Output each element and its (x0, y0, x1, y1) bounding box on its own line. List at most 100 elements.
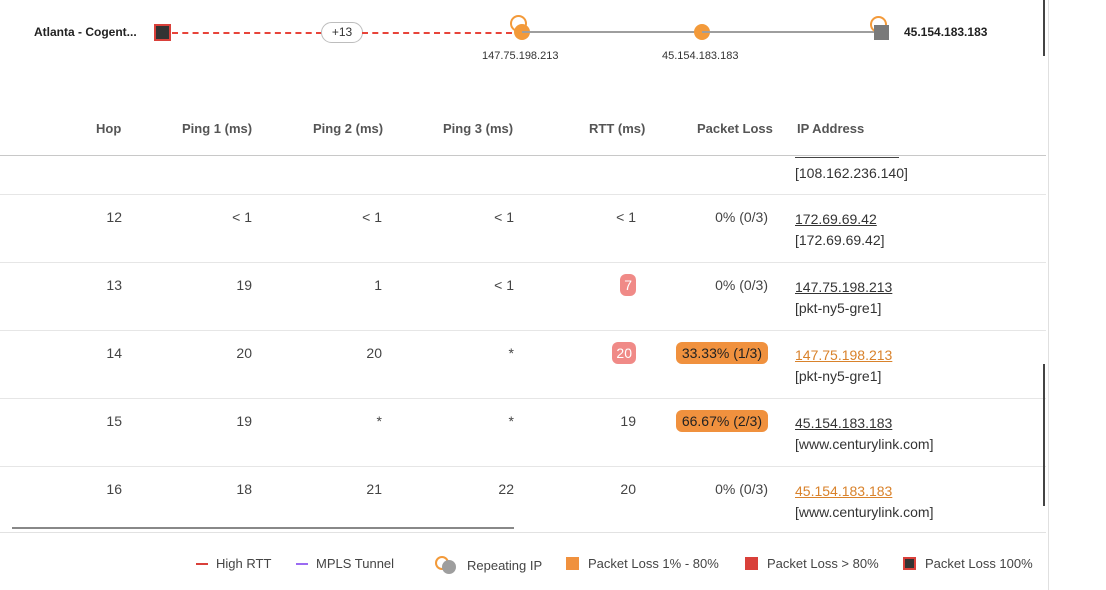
column-header-hop[interactable]: Hop (96, 121, 121, 136)
legend-loss-full: Packet Loss 100% (903, 556, 1033, 571)
rtt-cell: 20 (620, 481, 636, 497)
table-row: 14 20 20 * 20 33.33% (1/3) 147.75.198.21… (0, 331, 1046, 399)
packet-loss-cell: 33.33% (1/3) (666, 342, 768, 364)
ip-hostname: [172.69.69.42] (795, 232, 885, 248)
ip-link[interactable]: 147.75.198.213 (795, 279, 892, 295)
packet-loss-cell: 0% (0/3) (715, 209, 768, 225)
ip-cell: 45.154.183.183 [www.centurylink.com] (795, 413, 933, 455)
hop-node-label: 147.75.198.213 (482, 50, 559, 62)
table-row: 15 19 * * 19 66.67% (2/3) 45.154.183.183… (0, 399, 1046, 467)
ping3-cell: 22 (498, 481, 514, 497)
ping3-cell: * (508, 413, 514, 429)
ping2-cell: < 1 (362, 209, 382, 225)
destination-label: 45.154.183.183 (904, 25, 988, 39)
legend-label: Packet Loss 100% (925, 556, 1033, 571)
column-header-ping2[interactable]: Ping 2 (ms) (313, 121, 383, 136)
horizontal-scrollbar[interactable] (12, 527, 514, 529)
hop-cell: 15 (106, 413, 122, 429)
loss-mid-square-icon (566, 557, 579, 570)
panel-divider (1048, 0, 1049, 590)
ip-cell: 147.75.198.213 [pkt-ny5-gre1] (795, 345, 892, 387)
packet-loss-cell: 0% (0/3) (715, 277, 768, 293)
table-header: Hop Ping 1 (ms) Ping 2 (ms) Ping 3 (ms) … (0, 108, 1046, 156)
ping1-cell: 20 (236, 345, 252, 361)
rtt-cell: 19 (620, 413, 636, 429)
table-row: 12 < 1 < 1 < 1 < 1 0% (0/3) 172.69.69.42… (0, 195, 1046, 263)
ping1-cell: < 1 (232, 209, 252, 225)
ping2-cell: 1 (374, 277, 382, 293)
high-rtt-link (362, 32, 512, 34)
path-visualization: Atlanta - Cogent... +13 147.75.198.213 4… (0, 0, 1046, 80)
rtt-cell: 20 (560, 342, 636, 364)
ping2-cell: 20 (366, 345, 382, 361)
hop-node-label: 45.154.183.183 (662, 50, 739, 62)
ping2-cell: * (376, 413, 382, 429)
ip-hostname: [pkt-ny5-gre1] (795, 368, 882, 384)
ping2-cell: 21 (366, 481, 382, 497)
vertical-scrollbar[interactable] (1043, 0, 1045, 56)
packet-loss-cell: 66.67% (2/3) (666, 410, 768, 432)
destination-node-icon[interactable] (874, 25, 889, 40)
ip-hostname: [108.162.236.140] (795, 165, 908, 181)
rtt-cell: < 1 (616, 209, 636, 225)
ip-link[interactable]: 147.75.198.213 (795, 347, 892, 363)
ip-cell: 147.75.198.213 [pkt-ny5-gre1] (795, 277, 892, 319)
high-rtt-badge: 7 (620, 274, 636, 296)
hop-cell: 16 (106, 481, 122, 497)
legend-loss-mid: Packet Loss 1% - 80% (566, 556, 719, 571)
legend-label: MPLS Tunnel (316, 556, 395, 571)
column-header-packet-loss[interactable]: Packet Loss (697, 121, 773, 136)
legend: High RTT MPLS Tunnel Repeating IP Packet… (0, 546, 1046, 582)
ping1-cell: 19 (236, 413, 252, 429)
table-body[interactable]: [108.162.236.140] 12 < 1 < 1 < 1 < 1 0% … (0, 157, 1046, 533)
vertical-scrollbar[interactable] (1043, 364, 1045, 506)
ip-link[interactable]: 45.154.183.183 (795, 483, 892, 499)
ip-link[interactable]: 172.69.69.42 (795, 211, 877, 227)
legend-label: Packet Loss 1% - 80% (588, 556, 719, 571)
hidden-hops-button[interactable]: +13 (321, 22, 363, 43)
high-rtt-line-icon (196, 562, 208, 565)
legend-loss-high: Packet Loss > 80% (745, 556, 879, 571)
ip-cell: 172.69.69.42 [172.69.69.42] (795, 209, 885, 251)
column-header-ip-address[interactable]: IP Address (797, 121, 864, 136)
packet-loss-badge: 33.33% (1/3) (675, 342, 768, 364)
packet-loss-cell: 0% (0/3) (715, 481, 768, 497)
table-row: 16 18 21 22 20 0% (0/3) 45.154.183.183 [… (0, 467, 1046, 532)
ping3-cell: < 1 (494, 209, 514, 225)
source-label: Atlanta - Cogent... (34, 25, 137, 39)
legend-label: High RTT (216, 556, 272, 571)
column-header-rtt[interactable]: RTT (ms) (589, 121, 645, 136)
ping3-cell: < 1 (494, 277, 514, 293)
hop-cell: 14 (106, 345, 122, 361)
legend-high-rtt: High RTT (196, 556, 271, 571)
path-link (522, 31, 702, 33)
loss-full-square-icon (903, 557, 916, 570)
ip-hostname: [pkt-ny5-gre1] (795, 300, 882, 316)
packet-loss-badge: 66.67% (2/3) (675, 410, 768, 432)
rtt-cell: 7 (560, 274, 636, 296)
legend-label: Packet Loss > 80% (767, 556, 879, 571)
ping1-cell: 18 (236, 481, 252, 497)
repeating-ip-icon (433, 556, 459, 574)
path-link (702, 31, 880, 33)
ip-cell: 45.154.183.183 [www.centurylink.com] (795, 481, 933, 523)
mpls-line-icon (296, 562, 308, 565)
high-rtt-badge: 20 (612, 342, 636, 364)
column-header-ping3[interactable]: Ping 3 (ms) (443, 121, 513, 136)
ip-hostname: [www.centurylink.com] (795, 436, 934, 452)
ping1-cell: 19 (236, 277, 252, 293)
hop-cell: 12 (106, 209, 122, 225)
legend-repeating-ip: Repeating IP (433, 556, 542, 574)
column-header-ping1[interactable]: Ping 1 (ms) (182, 121, 252, 136)
ping3-cell: * (508, 345, 514, 361)
ip-link-underline (795, 157, 899, 158)
hop-cell: 13 (106, 277, 122, 293)
table-row: 13 19 1 < 1 7 0% (0/3) 147.75.198.213 [p… (0, 263, 1046, 331)
legend-mpls: MPLS Tunnel (296, 556, 394, 571)
legend-label: Repeating IP (467, 557, 543, 573)
high-rtt-link (172, 32, 322, 34)
ip-link[interactable]: 45.154.183.183 (795, 415, 892, 431)
source-node-icon[interactable] (154, 24, 171, 41)
loss-high-square-icon (745, 557, 758, 570)
ip-hostname: [www.centurylink.com] (795, 504, 934, 520)
